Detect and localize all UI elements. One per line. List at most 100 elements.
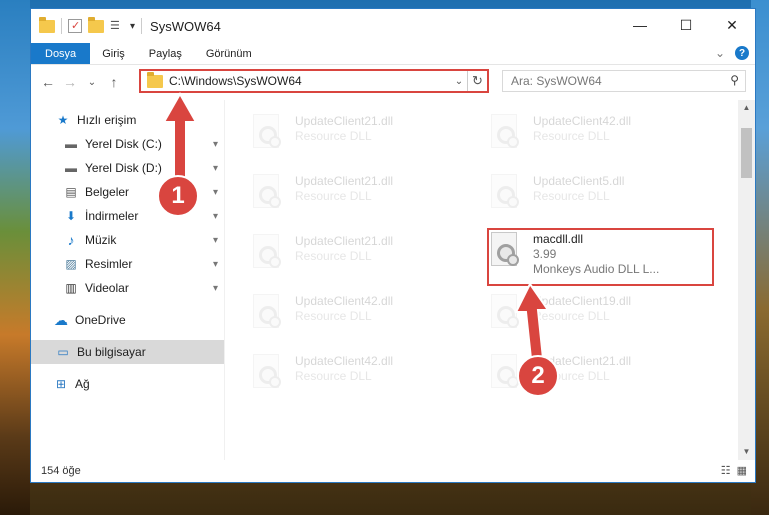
file-name: UpdateClient21.dll [295,114,394,128]
sidebar-item-label: Belgeler [85,185,130,199]
file-tile[interactable]: UpdateClient42.dll Resource DLL [487,110,717,160]
divider [141,18,143,34]
documents-icon: ▤ [65,185,77,199]
main-area: ★ Hızlı erişim ▬ Yerel Disk (C:) ▾ ▬ Yer… [31,100,755,460]
search-icon[interactable]: ⚲ [730,73,739,87]
videos-icon: ▥ [65,281,77,295]
sidebar-item-label: Yerel Disk (D:) [85,161,162,175]
ribbon-tabs: Dosya Giriş Paylaş Görünüm ⌄ ? [31,43,755,65]
file-list: UpdateClient21.dll Resource DLL UpdateCli… [225,100,755,460]
pin-icon[interactable]: ▾ [213,259,218,270]
address-bar[interactable]: C:\Windows\SysWOW64 ⌄ ↻ [139,69,489,93]
qat-dropdown-icon[interactable]: ▾ [130,21,135,32]
file-description: Resource DLL [295,249,372,263]
quick-access-toolbar: ✓ ☰ ▾ [31,16,143,34]
file-description: Resource DLL [295,369,372,383]
vertical-scrollbar[interactable]: ▲ ▼ [738,100,755,460]
new-folder-icon[interactable] [88,16,104,33]
folder-icon [39,16,55,33]
forward-button[interactable]: → [59,74,81,90]
close-button[interactable]: ✕ [709,9,755,41]
maximize-button[interactable]: ☐ [663,9,709,41]
dll-file-icon [249,174,285,216]
sidebar-item-videos[interactable]: ▥ Videolar ▾ [31,276,224,300]
search-placeholder: Ara: SysWOW64 [511,74,602,88]
address-path[interactable]: C:\Windows\SysWOW64 [169,74,451,88]
file-name: UpdateClient21.dll [295,174,394,188]
file-description: Resource DLL [533,189,610,203]
pin-icon[interactable]: ▾ [213,211,218,222]
recent-locations-icon[interactable]: ⌄ [81,77,103,88]
window-controls: — ☐ ✕ [617,9,755,41]
computer-icon: ▭ [57,345,69,359]
sidebar-item-label: Müzik [85,233,117,247]
dll-file-icon [249,234,285,276]
file-description: Resource DLL [295,309,372,323]
properties-icon[interactable]: ✓ [68,19,82,33]
customize-icon[interactable]: ☰ [110,19,124,33]
music-icon: ♪ [67,232,75,248]
callout-badge-1: 1 [157,175,199,217]
sidebar-item-music[interactable]: ♪ Müzik ▾ [31,228,224,252]
sidebar-item-label: Ağ [75,377,90,391]
navigation-bar: ← → ⌄ ↑ C:\Windows\SysWOW64 ⌄ ↻ Ara: Sys… [31,65,755,99]
star-icon: ★ [57,113,69,127]
file-name: UpdateClient42.dll [295,294,394,308]
refresh-button[interactable]: ↻ [467,71,487,91]
help-icon[interactable]: ? [735,46,749,60]
tab-home[interactable]: Giriş [90,43,137,64]
expand-ribbon-icon[interactable]: ⌄ [715,46,725,60]
file-tile[interactable]: UpdateClient21.dll Resource DLL [249,170,479,220]
sidebar-item-pictures[interactable]: ▨ Resimler ▾ [31,252,224,276]
status-bar: 154 öğe ☷ ▦ [31,460,755,482]
details-view-icon[interactable]: ☷ [721,464,731,477]
title-bar: ✓ ☰ ▾ SysWOW64 — ☐ ✕ [31,9,755,43]
scroll-thumb[interactable] [741,128,752,178]
file-tile[interactable]: UpdateClient42.dll Resource DLL [249,350,479,400]
pin-icon[interactable]: ▾ [213,163,218,174]
sidebar-item-label: Bu bilgisayar [77,345,146,359]
drive-icon: ▬ [65,137,77,151]
desktop-background-left [0,0,30,515]
tab-view[interactable]: Görünüm [194,43,264,64]
network-icon: ⊞ [55,377,67,391]
dll-file-icon [249,354,285,396]
window-title: SysWOW64 [150,18,221,34]
explorer-window: ✓ ☰ ▾ SysWOW64 — ☐ ✕ Dosya Giriş Paylaş … [30,8,756,483]
item-count: 154 öğe [41,465,81,477]
dll-file-icon [249,294,285,336]
divider [61,18,62,34]
scroll-down-icon[interactable]: ▼ [738,444,755,460]
sidebar-item-label: Hızlı erişim [77,113,137,127]
sidebar-item-onedrive[interactable]: ☁ OneDrive [31,308,224,332]
sidebar-item-this-pc[interactable]: ▭ Bu bilgisayar [31,340,224,364]
pictures-icon: ▨ [65,257,77,271]
cloud-icon: ☁ [54,311,68,328]
file-tile[interactable]: UpdateClient5.dll Resource DLL [487,170,717,220]
tab-share[interactable]: Paylaş [137,43,194,64]
dll-file-icon [249,114,285,156]
tab-file[interactable]: Dosya [31,43,91,64]
large-icons-view-icon[interactable]: ▦ [737,464,747,477]
up-button[interactable]: ↑ [103,74,125,90]
pin-icon[interactable]: ▾ [213,139,218,150]
scroll-up-icon[interactable]: ▲ [738,100,755,116]
file-name: UpdateClient42.dll [295,354,394,368]
pin-icon[interactable]: ▾ [213,235,218,246]
sidebar-item-label: OneDrive [75,313,126,327]
file-tile[interactable]: UpdateClient21.dll Resource DLL [249,110,479,160]
callout-badge-2: 2 [517,355,559,397]
file-description: Resource DLL [533,129,610,143]
pin-icon[interactable]: ▾ [213,283,218,294]
minimize-button[interactable]: — [617,9,663,41]
address-dropdown-icon[interactable]: ⌄ [451,76,467,87]
file-description: Resource DLL [295,189,372,203]
dll-file-icon [487,174,523,216]
pin-icon[interactable]: ▾ [213,187,218,198]
drive-icon: ▬ [65,161,77,175]
file-tile[interactable]: UpdateClient21.dll Resource DLL [249,230,479,280]
sidebar-item-network[interactable]: ⊞ Ağ [31,372,224,396]
search-input[interactable]: Ara: SysWOW64 ⚲ [502,70,746,92]
file-tile[interactable]: UpdateClient42.dll Resource DLL [249,290,479,340]
back-button[interactable]: ← [37,74,59,90]
